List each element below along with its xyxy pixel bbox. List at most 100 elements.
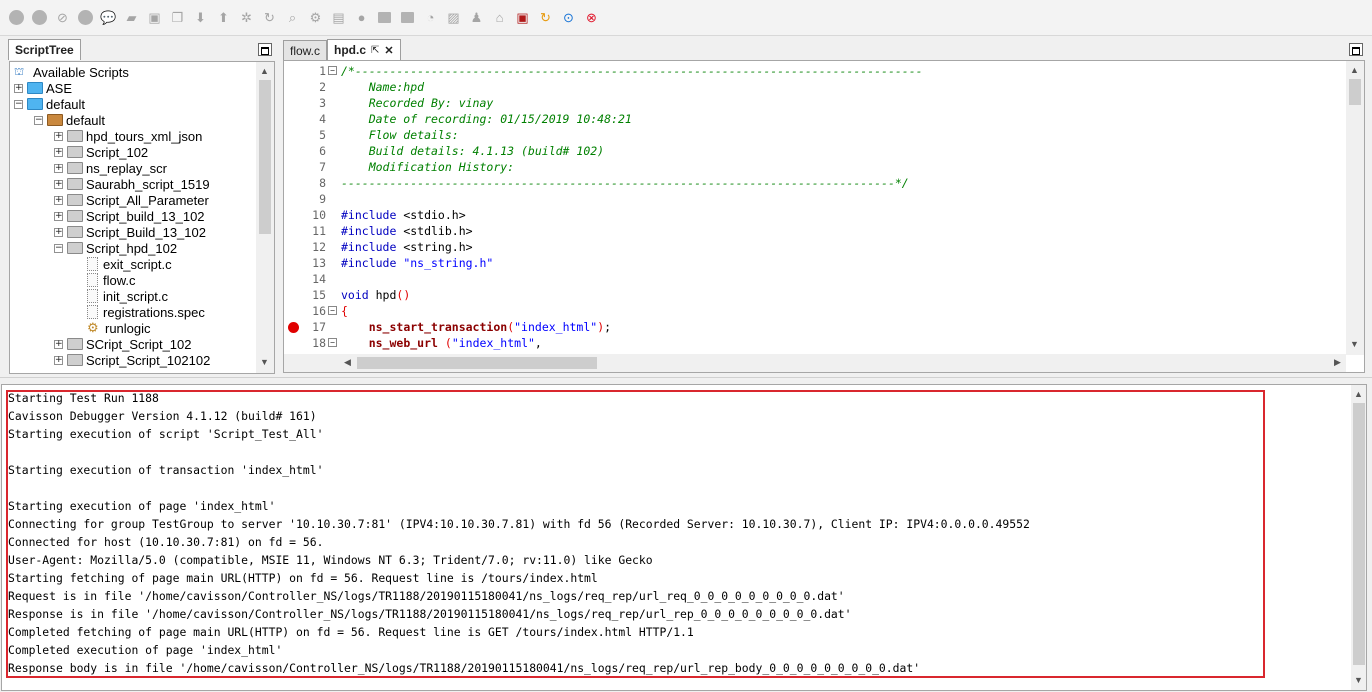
code-editor[interactable]: 1−/*------------------------------------… [283, 60, 1365, 373]
stop-red-icon[interactable]: ⊗ [582, 8, 601, 27]
fold-toggle-icon[interactable]: − [328, 306, 337, 315]
tree-item[interactable]: registrations.spec [74, 304, 205, 320]
tree-item[interactable]: + Script_Build_13_102 [54, 224, 206, 240]
pin-icon[interactable]: ⇱ [371, 45, 379, 56]
tree-item[interactable]: + hpd_tours_xml_json [54, 128, 202, 144]
fold-toggle-icon[interactable]: − [328, 338, 337, 347]
tree-item[interactable]: init_script.c [74, 288, 168, 304]
comment-icon[interactable]: 💬 [99, 8, 118, 27]
expand-toggle-icon[interactable]: − [54, 243, 63, 253]
expand-toggle-icon[interactable]: + [54, 179, 63, 189]
editor-hscroll-thumb[interactable] [357, 357, 597, 369]
tree-item[interactable]: − default [14, 96, 85, 112]
record-icon[interactable] [7, 8, 26, 27]
next-icon[interactable]: ⊙ [559, 8, 578, 27]
tree-item-label: default [46, 96, 86, 112]
expand-toggle-icon[interactable]: + [54, 195, 63, 205]
console-scrollbar[interactable]: ▲ ▼ [1351, 385, 1366, 690]
scripttree-minimize-button[interactable] [258, 43, 272, 56]
tab-scripttree[interactable]: ScriptTree [8, 39, 81, 60]
tree-item-label: Script_102 [86, 144, 149, 160]
editor-scroll-up-icon[interactable]: ▲ [1347, 63, 1362, 78]
new-page-icon[interactable]: ▰ [122, 8, 141, 27]
save-icon[interactable]: ▣ [145, 8, 164, 27]
code-token: Name:hpd [341, 80, 425, 94]
expand-toggle-icon[interactable]: + [54, 211, 63, 221]
expand-toggle-icon[interactable]: + [54, 147, 63, 157]
tree-item-label: Saurabh_script_1519 [86, 176, 210, 192]
expand-toggle-icon[interactable]: + [14, 83, 23, 93]
folder-icon [27, 98, 43, 110]
tab-hpd-c[interactable]: hpd.c ⇱ ✕ [327, 39, 401, 60]
gear-icon[interactable]: ⚙ [306, 8, 325, 27]
code-text: Recorded By: vinay [341, 95, 494, 111]
editor-tabstrip: flow.c hpd.c ⇱ ✕ [283, 39, 401, 60]
screen-icon[interactable] [398, 8, 417, 27]
editor-scroll-left-icon[interactable]: ◀ [340, 355, 355, 370]
console-scroll-down-icon[interactable]: ▼ [1351, 673, 1366, 688]
save-red-icon[interactable]: ▣ [513, 8, 532, 27]
tree-item[interactable]: + Script_Script_102102 [54, 352, 210, 368]
upload-icon[interactable]: ⬆ [214, 8, 233, 27]
tree-item[interactable]: ⛫ Available Scripts [14, 64, 129, 80]
panel-splitter[interactable] [0, 377, 1372, 383]
tree-item[interactable]: − default [34, 112, 105, 128]
editor-vertical-scrollbar[interactable]: ▲ ▼ [1346, 61, 1364, 355]
code-line: 5 Flow details: [284, 127, 1344, 143]
tree-item[interactable]: + SCript_Script_102 [54, 336, 192, 352]
code-line: 1−/*------------------------------------… [284, 63, 1344, 79]
tree-item[interactable]: + ASE [14, 80, 72, 96]
user-icon[interactable]: ♟ [467, 8, 486, 27]
tree-item[interactable]: flow.c [74, 272, 136, 288]
refresh-icon[interactable]: ↻ [260, 8, 279, 27]
editor-horizontal-scrollbar[interactable]: ◀ ▶ [284, 354, 1346, 372]
expand-toggle-icon[interactable]: + [54, 131, 63, 141]
tree-item[interactable]: ⚙ runlogic [74, 320, 151, 336]
tree-scroll-thumb[interactable] [259, 80, 271, 234]
tree-item[interactable]: − Script_hpd_102 [54, 240, 177, 256]
stop-icon[interactable] [30, 8, 49, 27]
expand-toggle-icon[interactable]: − [14, 99, 23, 109]
expand-toggle-icon[interactable]: + [54, 163, 63, 173]
tree-scroll-up-icon[interactable]: ▲ [257, 64, 272, 79]
code-line: 8 ---------------------------------------… [284, 175, 1344, 191]
editor-scroll-thumb[interactable] [1349, 79, 1361, 105]
tree-item[interactable]: + Script_All_Parameter [54, 192, 209, 208]
code-token: #include [341, 208, 404, 222]
expand-toggle-icon[interactable]: + [54, 339, 63, 349]
editor-minimize-button[interactable] [1349, 43, 1363, 56]
editor-scroll-down-icon[interactable]: ▼ [1347, 337, 1362, 352]
fold-toggle-icon[interactable]: − [328, 66, 337, 75]
breakpoint-icon[interactable] [288, 322, 299, 333]
clock-icon[interactable]: ◔ [421, 8, 440, 27]
settings-icon[interactable]: ✲ [237, 8, 256, 27]
expand-toggle-icon[interactable]: − [34, 115, 43, 125]
tree-scrollbar[interactable]: ▲ ▼ [256, 62, 274, 373]
tree-item[interactable]: + Script_build_13_102 [54, 208, 205, 224]
page-icon[interactable]: ▤ [329, 8, 348, 27]
tree-item[interactable]: + Saurabh_script_1519 [54, 176, 210, 192]
redo-icon[interactable]: ↻ [536, 8, 555, 27]
console-scroll-up-icon[interactable]: ▲ [1351, 387, 1366, 402]
folder-icon [67, 210, 83, 222]
block-icon[interactable]: ⊘ [53, 8, 72, 27]
search-icon[interactable]: ⌕ [283, 8, 302, 27]
expand-toggle-icon[interactable]: + [54, 355, 63, 365]
tab-flow-c[interactable]: flow.c [283, 40, 328, 60]
home-icon[interactable]: ⌂ [490, 8, 509, 27]
tree-item[interactable]: exit_script.c [74, 256, 172, 272]
console-scroll-thumb[interactable] [1353, 403, 1365, 665]
dot-icon[interactable]: ● [352, 8, 371, 27]
expand-toggle-icon[interactable]: + [54, 227, 63, 237]
tree-item[interactable]: + ns_replay_scr [54, 160, 167, 176]
copy-icon[interactable]: ❐ [168, 8, 187, 27]
rect-icon[interactable] [375, 8, 394, 27]
download-icon[interactable]: ⬇ [191, 8, 210, 27]
console-line: Response body is in file '/home/cavisson… [8, 661, 921, 675]
pause-icon[interactable] [76, 8, 95, 27]
editor-scroll-right-icon[interactable]: ▶ [1330, 355, 1345, 370]
close-icon[interactable]: ✕ [384, 44, 393, 57]
tree-scroll-down-icon[interactable]: ▼ [257, 355, 272, 370]
image-icon[interactable]: ▨ [444, 8, 463, 27]
tree-item[interactable]: + Script_102 [54, 144, 148, 160]
